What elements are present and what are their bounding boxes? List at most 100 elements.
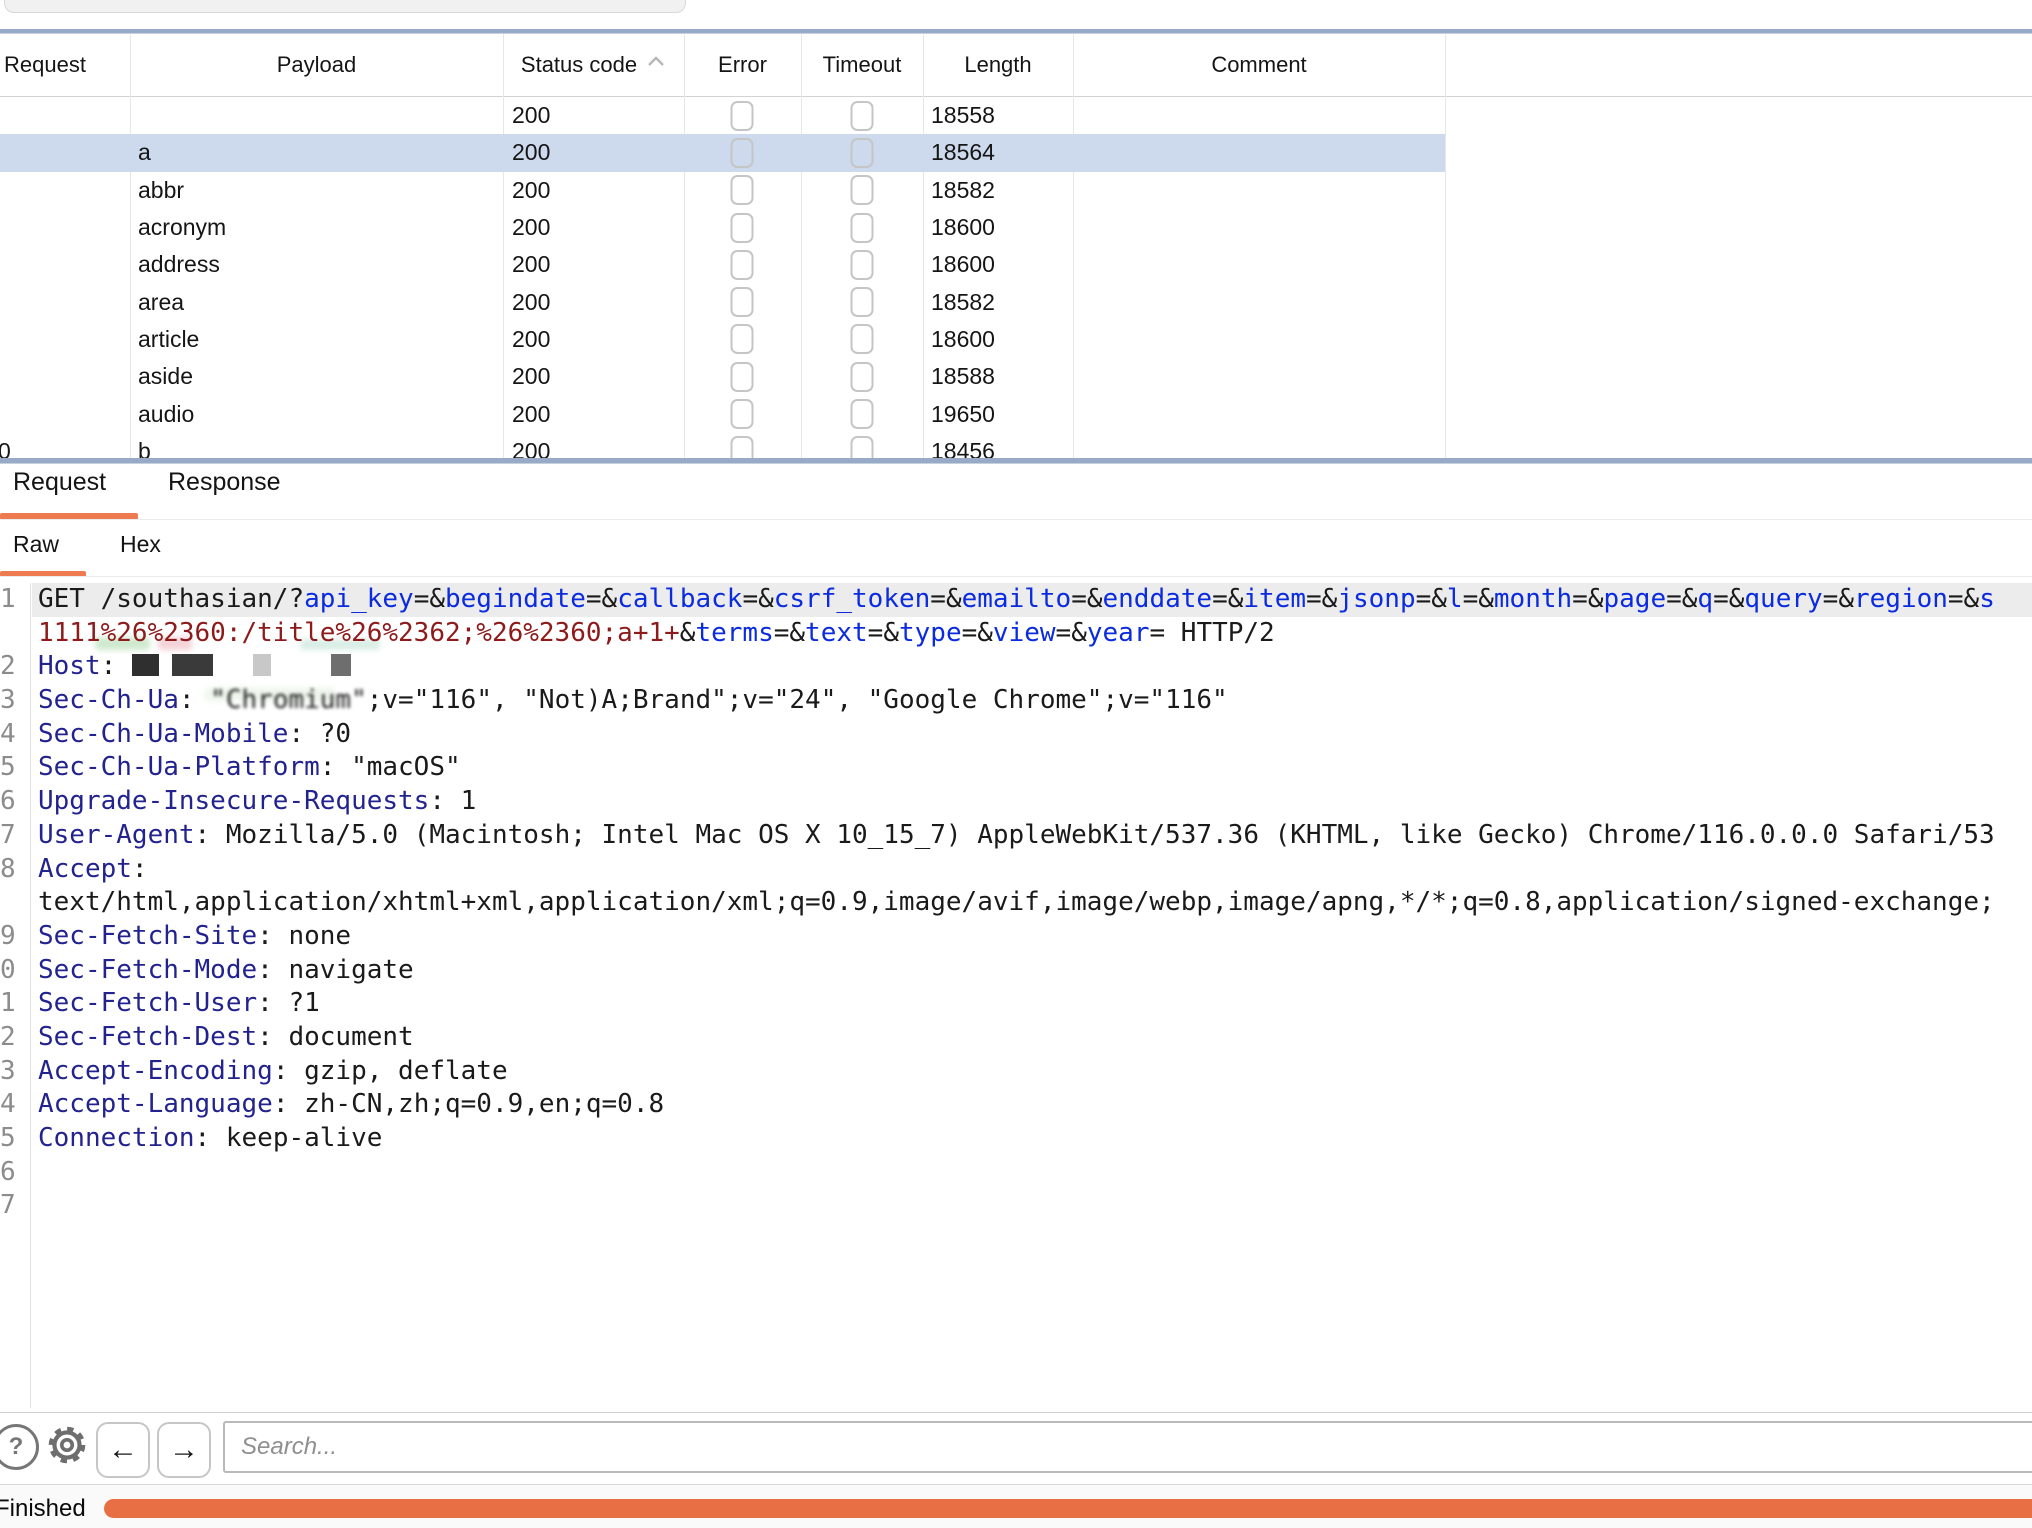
column-header-error[interactable]: Error (684, 34, 801, 96)
error-checkbox[interactable] (731, 175, 754, 205)
header-name: Sec-Fetch-Mode (38, 955, 257, 985)
plain-text: =& (962, 618, 993, 648)
error-checkbox[interactable] (731, 436, 754, 458)
line-number: 4 (0, 718, 15, 752)
error-checkbox[interactable] (731, 250, 754, 280)
previous-match-button[interactable]: ← (96, 1422, 150, 1478)
error-checkbox[interactable] (731, 138, 754, 168)
column-header-length[interactable]: Length (923, 34, 1073, 96)
line-number: 1 (0, 987, 15, 1021)
plain-text: : zh-CN,zh;q=0.9,en;q=0.8 (273, 1089, 664, 1119)
pane-splitter-middle[interactable] (0, 458, 2032, 464)
cell-request (0, 395, 28, 432)
next-match-button[interactable]: → (157, 1422, 211, 1478)
search-input[interactable] (223, 1421, 2032, 1473)
request-line: 5Sec-Ch-Ua-Platform: "macOS" (0, 751, 2032, 785)
header-name: Sec-Ch-Ua-Platform (38, 752, 320, 782)
view-bar-divider (0, 576, 2032, 577)
result-row[interactable]: address20018600 (0, 246, 1445, 283)
tab-request[interactable]: Request (13, 468, 106, 497)
line-content: Accept-Encoding: gzip, deflate (38, 1055, 508, 1089)
timeout-checkbox[interactable] (851, 436, 874, 458)
timeout-checkbox[interactable] (851, 101, 874, 131)
result-row[interactable]: area20018582 (0, 283, 1445, 320)
error-checkbox[interactable] (731, 213, 754, 243)
column-header-comment[interactable]: Comment (1073, 34, 1445, 96)
error-checkbox[interactable] (731, 287, 754, 317)
timeout-checkbox[interactable] (851, 324, 874, 354)
plain-text: : "macOS" (320, 752, 461, 782)
tab-response[interactable]: Response (168, 468, 281, 497)
param-name: query (1744, 584, 1822, 614)
timeout-checkbox[interactable] (851, 399, 874, 429)
plain-text: : ?1 (257, 988, 320, 1018)
tab-raw[interactable]: Raw (13, 531, 59, 558)
error-checkbox[interactable] (731, 101, 754, 131)
raw-request-view[interactable]: 1GET /southasian/?api_key=&begindate=&ca… (0, 583, 2032, 1223)
results-table-body: 20018558a20018564abbr20018582acronym2001… (0, 97, 2032, 458)
line-content: Sec-Ch-Ua-Platform: "macOS" (38, 751, 461, 785)
line-number: 6 (0, 785, 15, 819)
timeout-checkbox[interactable] (851, 138, 874, 168)
help-icon[interactable]: ? (0, 1424, 39, 1470)
result-row[interactable]: aside20018588 (0, 358, 1445, 395)
error-checkbox[interactable] (731, 362, 754, 392)
plain-text: : navigate (257, 955, 414, 985)
cell-status-code: 200 (512, 433, 677, 458)
header-name: Accept (38, 854, 132, 884)
column-header-timeout[interactable]: Timeout (801, 34, 923, 96)
header-name: User-Agent (38, 820, 195, 850)
timeout-checkbox[interactable] (851, 287, 874, 317)
param-name: q (1697, 584, 1713, 614)
attack-status-label: Finished (0, 1495, 86, 1523)
param-name: csrf_token (774, 584, 931, 614)
header-name: Upgrade-Insecure-Requests (38, 786, 429, 816)
cell-comment (1081, 433, 1441, 458)
result-row[interactable]: acronym20018600 (0, 209, 1445, 246)
request-line: 5Connection: keep-alive (0, 1122, 2032, 1156)
top-partial-toolbar: g ▾ (4, 0, 686, 13)
redaction-gap (213, 673, 253, 674)
param-name: page (1603, 584, 1666, 614)
result-row[interactable]: 0b20018456 (0, 433, 1445, 458)
column-header-status-code[interactable]: Status code (503, 34, 684, 96)
result-row[interactable]: article20018600 (0, 321, 1445, 358)
cell-request (0, 134, 28, 171)
error-checkbox[interactable] (731, 399, 754, 429)
result-row[interactable]: abbr20018582 (0, 172, 1445, 209)
line-number: 9 (0, 920, 15, 954)
cell-comment (1081, 172, 1441, 209)
timeout-checkbox[interactable] (851, 362, 874, 392)
line-content: Sec-Ch-Ua-Mobile: ?0 (38, 718, 351, 752)
cell-payload: acronym (138, 209, 498, 246)
result-row[interactable]: audio20019650 (0, 395, 1445, 432)
line-number: 7 (0, 1189, 15, 1223)
result-row[interactable]: 20018558 (0, 97, 1445, 134)
column-header-payload[interactable]: Payload (130, 34, 503, 96)
timeout-checkbox[interactable] (851, 175, 874, 205)
plain-text: ;v="116", "Not)A;Brand";v="24", "Google … (367, 685, 1228, 715)
timeout-checkbox[interactable] (851, 213, 874, 243)
param-name: region (1854, 584, 1948, 614)
tab-hex[interactable]: Hex (120, 531, 161, 558)
cell-request (0, 321, 28, 358)
gear-icon[interactable] (44, 1422, 90, 1468)
param-name: terms (695, 618, 773, 648)
timeout-checkbox[interactable] (851, 250, 874, 280)
error-checkbox[interactable] (731, 324, 754, 354)
cell-payload: a (138, 134, 498, 171)
column-header-request[interactable]: Request (0, 34, 130, 96)
line-number: 2 (0, 650, 15, 684)
plain-text: = HTTP/2 (1149, 618, 1274, 648)
plain-text: : none (257, 921, 351, 951)
cell-request: 0 (0, 433, 28, 458)
cell-status-code: 200 (512, 246, 677, 283)
cell-payload: aside (138, 358, 498, 395)
cell-length: 18582 (931, 283, 1071, 320)
line-number: 1 (0, 583, 15, 617)
arrow-right-icon: → (169, 1433, 199, 1467)
cell-length: 19650 (931, 395, 1071, 432)
request-line: 2Sec-Fetch-Dest: document (0, 1021, 2032, 1055)
result-row[interactable]: a20018564 (0, 134, 1445, 171)
line-number: 0 (0, 954, 15, 988)
